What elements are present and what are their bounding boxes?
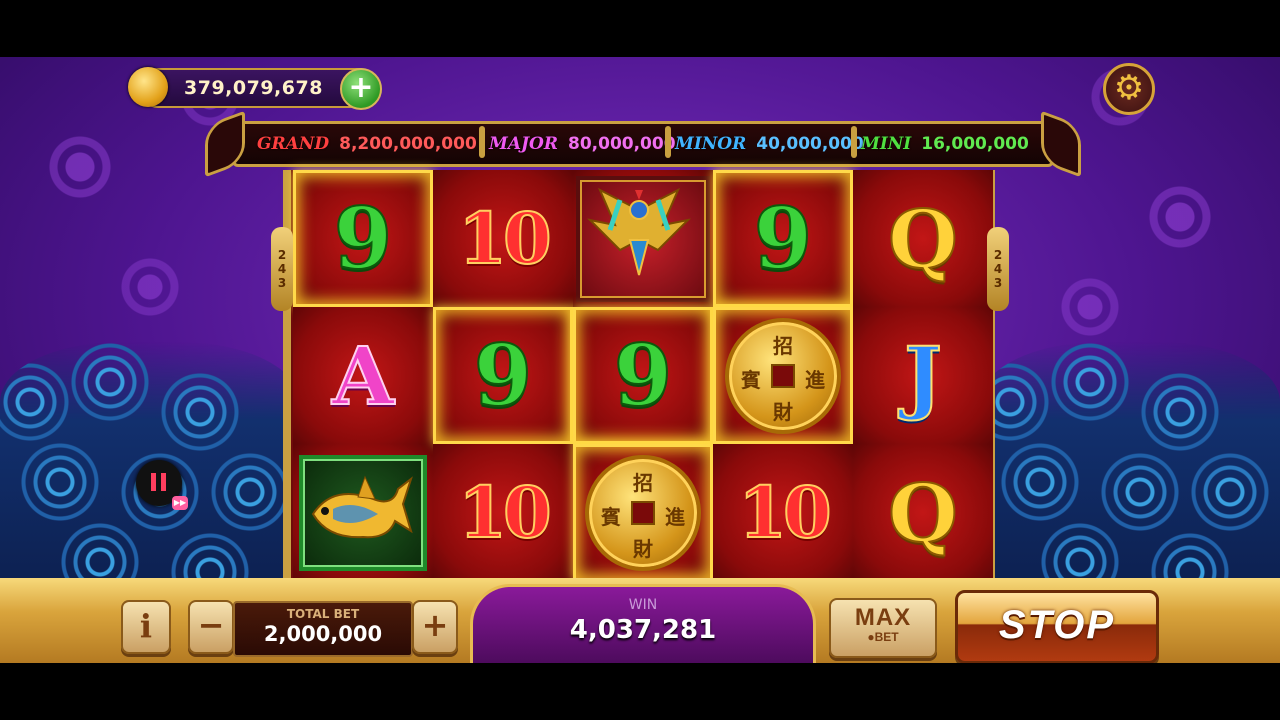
reel-cell: 10 — [713, 444, 853, 581]
win-value: 4,037,281 — [569, 615, 717, 645]
symbol-9: 9 — [613, 325, 673, 425]
jackpot-mini: MINI 16,000,000 — [861, 129, 1029, 159]
coin-character: 招 — [633, 470, 653, 495]
phoenix-icon — [576, 175, 710, 302]
coin-hole — [771, 363, 795, 388]
symbol-10: 10 — [457, 196, 552, 280]
ways-digit: 2 — [277, 248, 287, 262]
ways-badge-right: 2 4 3 — [987, 227, 1009, 311]
jackpot-divider — [479, 126, 485, 158]
ways-digit: 2 — [993, 248, 1003, 262]
reel-cell: Q — [853, 170, 993, 307]
symbol-10: 10 — [737, 470, 832, 554]
coin-character: 財 — [773, 399, 793, 424]
symbol-a: A — [331, 328, 395, 423]
jackpot-major-label: MAJOR — [489, 134, 558, 154]
win-label: WIN — [628, 597, 658, 613]
reel-cell: J — [853, 307, 993, 444]
pause-icon — [151, 473, 156, 491]
jackpot-minor: MINOR 40,000,000 — [675, 129, 864, 159]
info-button[interactable]: i — [121, 600, 171, 654]
symbol-j: J — [903, 328, 943, 423]
coin-character: 賓 — [601, 504, 621, 529]
fortune-coin-icon: 招賓 進財 — [725, 317, 841, 434]
reel-grid: 9 A 10 9 10 9 招賓進財 9 招賓進財 10 Q J Q — [283, 170, 995, 581]
jackpot-ornament-right — [1041, 110, 1081, 178]
symbol-10: 10 — [457, 470, 552, 554]
max-bet-sub-label: ●BET — [867, 630, 899, 644]
ways-digit: 4 — [277, 262, 287, 276]
fast-forward-icon: ▶▶ — [172, 496, 188, 510]
total-bet-display: TOTAL BET 2,000,000 — [233, 601, 413, 657]
coin-character: 進 — [805, 367, 825, 392]
balance-display: 379,079,678 + — [128, 67, 382, 110]
wave-decoration-right — [980, 342, 1280, 602]
win-display: WIN 4,037,281 — [470, 584, 816, 663]
symbol-9: 9 — [333, 188, 393, 288]
symbol-9: 9 — [753, 188, 813, 288]
max-bet-button[interactable]: MAX ●BET — [829, 598, 937, 658]
coin-character: 招 — [773, 333, 793, 358]
settings-button[interactable]: ⚙ — [1103, 63, 1155, 115]
reel-cell: 9 — [433, 307, 573, 444]
ways-digit: 3 — [277, 276, 287, 290]
jackpot-ornament-left — [205, 110, 245, 178]
jackpot-minor-value: 40,000,000 — [756, 134, 864, 154]
jackpot-divider — [665, 126, 671, 158]
reel-cell: 9 — [573, 307, 713, 444]
reel-cell: Q — [853, 444, 993, 581]
reel-cell: 招賓 進財 — [573, 444, 713, 581]
jackpot-mini-label: MINI — [861, 134, 912, 154]
game-stage: 379,079,678 + ⚙ GRAND 8,200,000,000 MAJO… — [0, 57, 1280, 663]
max-bet-label: MAX — [854, 604, 912, 631]
letterbox-top — [0, 0, 1280, 57]
coin-hole — [631, 500, 655, 525]
gear-icon: ⚙ — [1113, 68, 1145, 108]
symbol-9: 9 — [473, 325, 533, 425]
symbol-q: Q — [887, 191, 959, 286]
coin-icon — [128, 67, 168, 107]
letterbox-bottom — [0, 663, 1280, 720]
stop-button[interactable]: STOP — [955, 590, 1159, 663]
jackpot-grand-label: GRAND — [257, 134, 330, 154]
ways-badge-left: 2 4 3 — [271, 227, 293, 311]
pause-icon — [161, 473, 166, 491]
reel-cell: 招賓 進財 — [713, 307, 853, 444]
koi-fish-icon — [299, 454, 427, 571]
jackpot-mini-value: 16,000,000 — [921, 134, 1029, 154]
coin-character: 賓 — [741, 367, 761, 392]
reel-cell — [293, 444, 433, 581]
jackpot-major-value: 80,000,000 — [568, 134, 676, 154]
decrease-bet-button[interactable]: − — [188, 600, 234, 654]
ways-digit: 3 — [993, 276, 1003, 290]
jackpot-divider — [851, 126, 857, 158]
total-bet-value: 2,000,000 — [263, 622, 383, 646]
ways-digit: 4 — [993, 262, 1003, 276]
jackpot-minor-label: MINOR — [675, 134, 747, 154]
increase-bet-button[interactable]: + — [412, 600, 458, 654]
reel-cell: A — [293, 307, 433, 444]
symbol-q: Q — [887, 465, 959, 560]
jackpot-bar: GRAND 8,200,000,000 MAJOR 80,000,000 MIN… — [205, 110, 1081, 178]
reel-cell: 10 — [433, 170, 573, 307]
reel-cell — [573, 170, 713, 307]
reel-cell: 10 — [433, 444, 573, 581]
pause-button[interactable]: ▶▶ — [136, 460, 188, 510]
reel-cell: 9 — [713, 170, 853, 307]
balance-value: 379,079,678 — [184, 77, 323, 99]
fortune-coin-icon: 招賓 進財 — [585, 454, 701, 571]
coin-character: 財 — [633, 536, 653, 561]
jackpot-grand: GRAND 8,200,000,000 — [257, 129, 477, 159]
add-coins-button[interactable]: + — [340, 68, 382, 110]
coin-character: 進 — [665, 504, 685, 529]
jackpot-grand-value: 8,200,000,000 — [339, 134, 477, 154]
total-bet-label: TOTAL BET — [286, 607, 360, 621]
reel-cell: 9 — [293, 170, 433, 307]
jackpot-major: MAJOR 80,000,000 — [489, 129, 676, 159]
